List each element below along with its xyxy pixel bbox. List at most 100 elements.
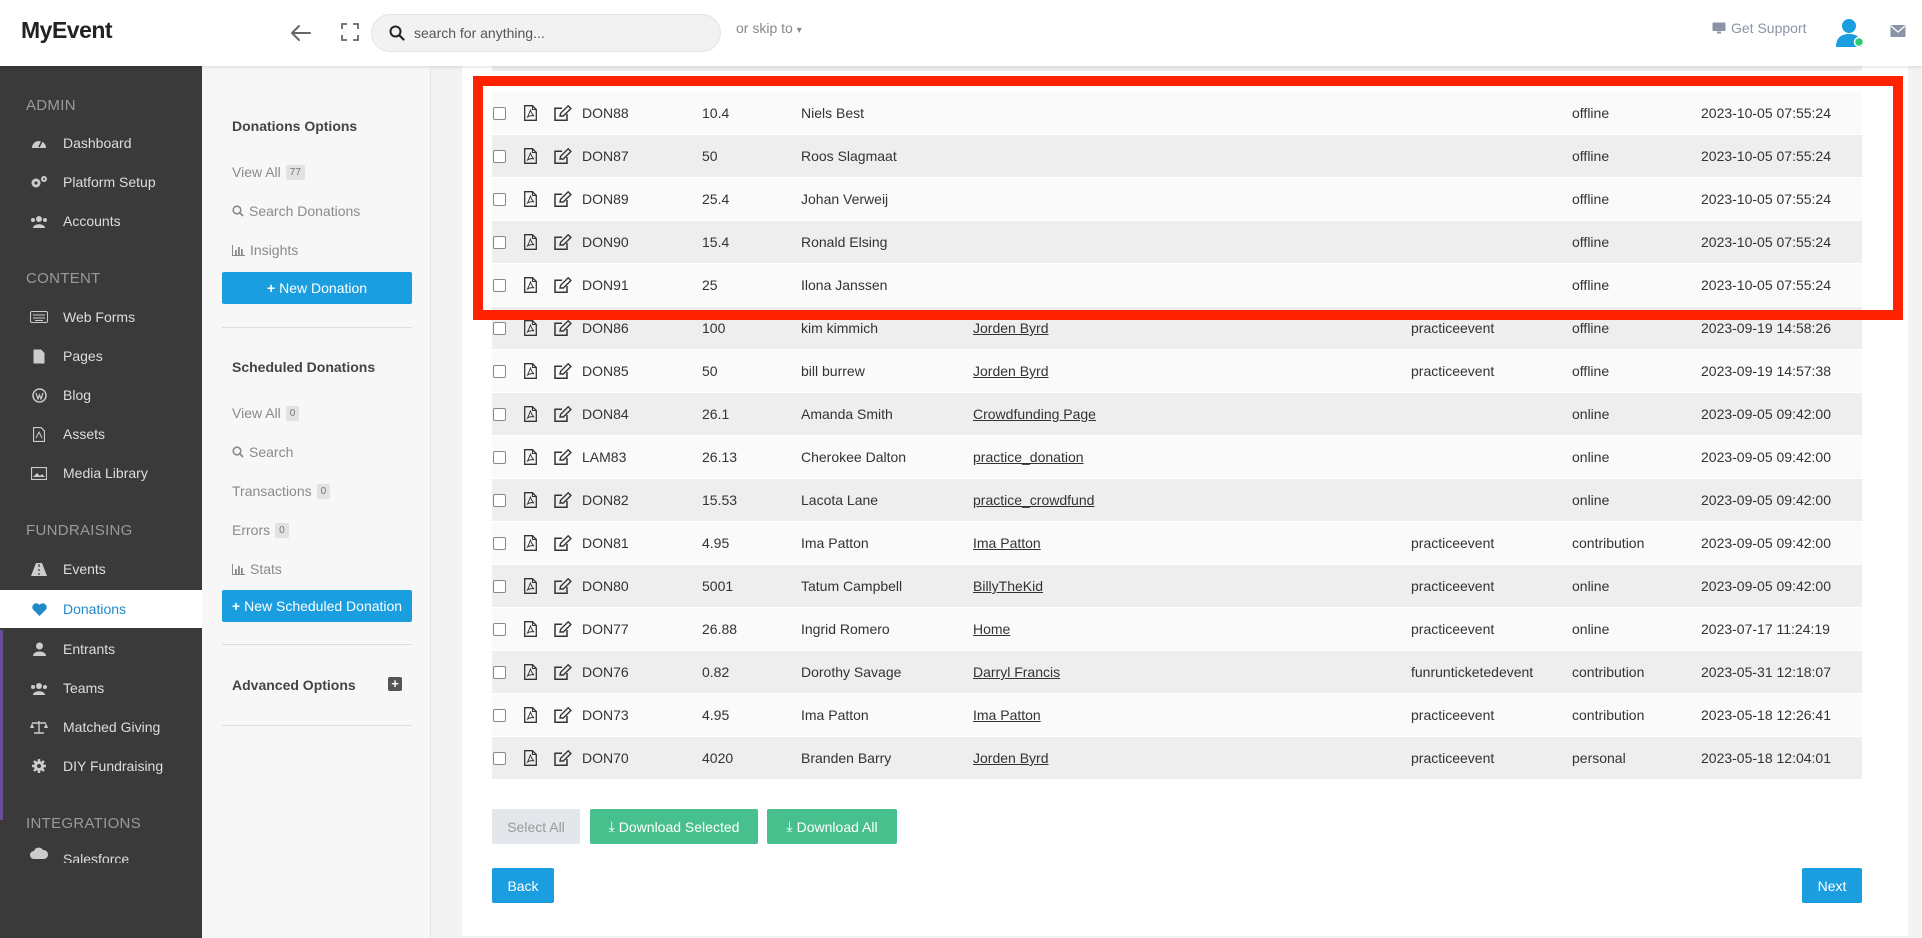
- download-selected-button[interactable]: ⤓ Download Selected: [590, 809, 758, 844]
- view-all-donations-link[interactable]: View All 77: [232, 164, 305, 180]
- row-edit-button[interactable]: [554, 307, 572, 349]
- row-checkbox[interactable]: [492, 350, 506, 392]
- mail-icon[interactable]: [1890, 24, 1906, 38]
- row-edit-button[interactable]: [554, 737, 572, 779]
- sidebar-item-assets[interactable]: Assets: [0, 415, 202, 453]
- sidebar-item-events[interactable]: Events: [0, 550, 202, 588]
- row-pdf-button[interactable]: [524, 694, 537, 736]
- expand-plus-icon[interactable]: +: [388, 677, 402, 691]
- row-checkbox[interactable]: [492, 264, 506, 306]
- sidebar-item-blog[interactable]: Blog: [0, 376, 202, 414]
- row-pdf-button[interactable]: [524, 350, 537, 392]
- sidebar-item-entrants[interactable]: Entrants: [0, 630, 202, 668]
- download-all-button[interactable]: ⤓ Download All: [767, 809, 897, 844]
- row-checkbox[interactable]: [492, 737, 506, 779]
- row-pdf-button[interactable]: [524, 737, 537, 779]
- new-donation-button[interactable]: + New Donation: [222, 272, 412, 304]
- row-checkbox[interactable]: [492, 436, 506, 478]
- file-pdf-icon: [524, 707, 537, 723]
- row-pdf-button[interactable]: [524, 436, 537, 478]
- search-input[interactable]: [414, 15, 704, 51]
- get-support-link[interactable]: Get Support: [1712, 20, 1807, 36]
- next-button[interactable]: Next: [1802, 868, 1862, 903]
- fundraising-page-link[interactable]: BillyTheKid: [973, 578, 1043, 594]
- row-pdf-button[interactable]: [524, 565, 537, 607]
- back-button[interactable]: Back: [492, 868, 554, 903]
- row-checkbox[interactable]: [492, 221, 506, 263]
- new-scheduled-donation-button[interactable]: + New Scheduled Donation: [222, 590, 412, 622]
- row-edit-button[interactable]: [554, 92, 572, 134]
- row-edit-button[interactable]: [554, 522, 572, 564]
- row-checkbox[interactable]: [492, 92, 506, 134]
- row-pdf-button[interactable]: [524, 135, 537, 177]
- errors-link[interactable]: Errors 0: [232, 522, 289, 538]
- row-edit-button[interactable]: [554, 135, 572, 177]
- row-edit-button[interactable]: [554, 694, 572, 736]
- fundraising-page-link[interactable]: Home: [973, 621, 1010, 637]
- sidebar-item-accounts[interactable]: Accounts: [0, 202, 202, 240]
- row-pdf-button[interactable]: [524, 264, 537, 306]
- row-checkbox[interactable]: [492, 135, 506, 177]
- advanced-options-heading[interactable]: Advanced Options: [232, 677, 356, 693]
- sidebar-item-pages[interactable]: Pages: [0, 337, 202, 375]
- row-pdf-button[interactable]: [524, 608, 537, 650]
- row-edit-button[interactable]: [554, 651, 572, 693]
- stats-link[interactable]: Stats: [232, 561, 282, 577]
- sidebar-item-teams[interactable]: Teams: [0, 669, 202, 707]
- sidebar-item-platform-setup[interactable]: Platform Setup: [0, 163, 202, 201]
- sidebar-item-matched-giving[interactable]: Matched Giving: [0, 708, 202, 746]
- sidebar-item-salesforce[interactable]: Salesforce: [0, 843, 202, 863]
- row-edit-button[interactable]: [554, 479, 572, 521]
- row-edit-button[interactable]: [554, 393, 572, 435]
- fundraising-page-link[interactable]: Darryl Francis: [973, 664, 1060, 680]
- row-pdf-button[interactable]: [524, 479, 537, 521]
- row-pdf-button[interactable]: [524, 651, 537, 693]
- fundraising-page-link[interactable]: practice_donation: [973, 449, 1084, 465]
- fundraising-page-link[interactable]: practice_crowdfund: [973, 492, 1094, 508]
- sidebar-item-donations[interactable]: Donations: [0, 590, 202, 628]
- fundraising-page-link[interactable]: Jorden Byrd: [973, 320, 1048, 336]
- sidebar-item-media-library[interactable]: Media Library: [0, 454, 202, 492]
- fullscreen-icon[interactable]: [340, 22, 360, 42]
- app-logo[interactable]: MyEvent: [21, 17, 113, 44]
- row-edit-button[interactable]: [554, 350, 572, 392]
- row-edit-button[interactable]: [554, 221, 572, 263]
- search-donations-link[interactable]: Search Donations: [232, 203, 360, 219]
- row-checkbox[interactable]: [492, 522, 506, 564]
- sidebar-item-dashboard[interactable]: Dashboard: [0, 124, 202, 162]
- row-pdf-button[interactable]: [524, 307, 537, 349]
- sidebar-item-diy-fundraising[interactable]: DIY Fundraising: [0, 747, 202, 785]
- search-scheduled-link[interactable]: Search: [232, 444, 293, 460]
- row-pdf-button[interactable]: [524, 221, 537, 263]
- row-checkbox[interactable]: [492, 307, 506, 349]
- row-checkbox[interactable]: [492, 479, 506, 521]
- back-arrow-icon[interactable]: [288, 20, 314, 46]
- row-pdf-button[interactable]: [524, 393, 537, 435]
- row-pdf-button[interactable]: [524, 178, 537, 220]
- row-edit-button[interactable]: [554, 436, 572, 478]
- row-checkbox[interactable]: [492, 694, 506, 736]
- sidebar-item-web-forms[interactable]: Web Forms: [0, 298, 202, 336]
- fundraising-page-link[interactable]: Ima Patton: [973, 535, 1041, 551]
- insights-link[interactable]: Insights: [232, 242, 298, 258]
- user-avatar-icon[interactable]: [1832, 15, 1866, 49]
- row-checkbox[interactable]: [492, 651, 506, 693]
- view-all-scheduled-link[interactable]: View All 0: [232, 405, 300, 421]
- row-edit-button[interactable]: [554, 608, 572, 650]
- row-checkbox[interactable]: [492, 608, 506, 650]
- row-checkbox[interactable]: [492, 565, 506, 607]
- fundraising-page-link[interactable]: Jorden Byrd: [973, 363, 1048, 379]
- row-edit-button[interactable]: [554, 565, 572, 607]
- select-all-button[interactable]: Select All: [492, 809, 580, 844]
- row-pdf-button[interactable]: [524, 92, 537, 134]
- row-edit-button[interactable]: [554, 264, 572, 306]
- row-checkbox[interactable]: [492, 393, 506, 435]
- row-checkbox[interactable]: [492, 178, 506, 220]
- row-pdf-button[interactable]: [524, 522, 537, 564]
- skip-to-dropdown[interactable]: or skip to ▾: [736, 20, 802, 36]
- transactions-link[interactable]: Transactions 0: [232, 483, 331, 499]
- fundraising-page-link[interactable]: Jorden Byrd: [973, 750, 1048, 766]
- fundraising-page-link[interactable]: Ima Patton: [973, 707, 1041, 723]
- row-edit-button[interactable]: [554, 178, 572, 220]
- fundraising-page-link[interactable]: Crowdfunding Page: [973, 406, 1096, 422]
